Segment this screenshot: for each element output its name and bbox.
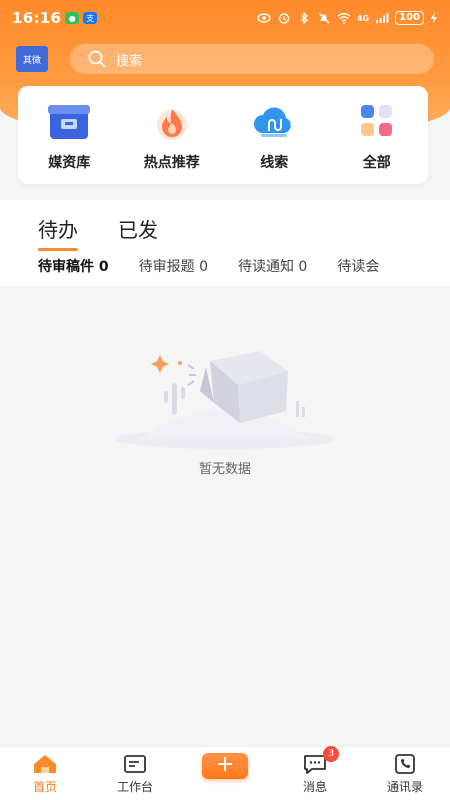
quick-action-label: 线索 [260, 155, 289, 171]
search-icon [88, 50, 106, 68]
message-badge: 3 [323, 746, 339, 762]
mute-bell-icon [318, 12, 330, 24]
quick-action-hot-recommend[interactable]: 热点推荐 [124, 98, 220, 172]
quick-actions-card: 媒资库 热点推荐 线索 全部 [18, 86, 428, 184]
tab-todo[interactable]: 待办 [38, 214, 78, 251]
media-library-icon [46, 98, 92, 144]
nav-messages[interactable]: 3 消息 [279, 746, 351, 795]
battery-indicator: 100 [395, 11, 424, 25]
charging-icon [431, 12, 437, 24]
network-type: 4G [356, 13, 370, 23]
org-switch-button[interactable]: 其微 [16, 46, 48, 72]
search-input[interactable]: 搜索 [70, 44, 434, 74]
nav-home[interactable]: 首页 [9, 752, 81, 795]
subtab-pending-topics[interactable]: 待审报题 0 [139, 256, 208, 276]
quick-action-label: 热点推荐 [143, 155, 200, 171]
status-time: 16:16 [12, 9, 62, 27]
empty-state: 暂无数据 [0, 286, 450, 746]
workbench-icon [122, 752, 148, 776]
subtab-unread-notices[interactable]: 待读通知 0 [238, 256, 307, 276]
alipay-icon: 支 [83, 12, 98, 24]
subtab-pending-manuscripts[interactable]: 待审稿件 0 [38, 256, 109, 276]
sub-tabs: 待审稿件 0 待审报题 0 待读通知 0 待读会 [38, 256, 450, 276]
nav-workbench[interactable]: 工作台 [99, 752, 171, 795]
quick-action-label: 媒资库 [48, 155, 91, 171]
top-bar: 其微 搜索 [16, 44, 434, 74]
bottom-nav: 首页 工作台 + 3 消息 通讯录 [0, 746, 450, 800]
status-right: 4G 100 [257, 11, 438, 25]
contacts-icon [392, 752, 418, 776]
grid-all-icon [354, 98, 400, 144]
wifi-icon [337, 13, 351, 24]
quick-action-media-library[interactable]: 媒资库 [21, 98, 117, 172]
subtab-unread-meetings[interactable]: 待读会 [337, 256, 379, 276]
nav-workbench-label: 工作台 [116, 780, 153, 794]
empty-box-illustration [115, 351, 335, 449]
tab-sent[interactable]: 已发 [118, 214, 158, 251]
quick-action-label: 全部 [362, 155, 391, 171]
quick-action-clues[interactable]: 线索 [226, 98, 322, 172]
hot-flame-icon [149, 98, 195, 144]
search-placeholder: 搜索 [116, 53, 143, 69]
cloud-clue-icon [251, 98, 297, 144]
bluetooth-icon [300, 12, 308, 24]
nav-messages-label: 消息 [302, 780, 327, 794]
eye-icon [257, 13, 271, 23]
add-button[interactable]: + [202, 752, 248, 779]
nav-contacts-label: 通讯录 [386, 780, 423, 794]
alarm-icon [278, 13, 290, 24]
wechat-icon: ● [65, 12, 80, 24]
empty-state-text: 暂无数据 [198, 462, 251, 477]
home-icon [32, 752, 58, 776]
status-bar: 16:16 ● 支 4G 100 [0, 0, 450, 36]
signal-icon [376, 13, 389, 23]
main-tabs: 待办 已发 [38, 214, 158, 251]
tasks-panel: 待办 已发 待审稿件 0 待审报题 0 待读通知 0 待读会 [0, 200, 450, 286]
nav-add[interactable]: + [189, 752, 261, 779]
nav-home-label: 首页 [32, 780, 57, 794]
quick-action-all[interactable]: 全部 [329, 98, 425, 172]
nav-contacts[interactable]: 通讯录 [369, 752, 441, 795]
